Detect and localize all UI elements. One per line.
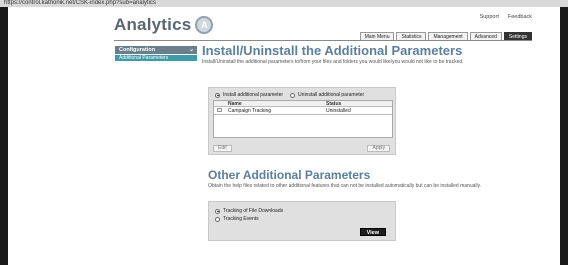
chevron-down-icon: ⌄ — [188, 47, 194, 53]
install-panel: Install additional parameter Uninstall a… — [208, 87, 396, 155]
section-install-title: Install/Uninstall the Additional Paramet… — [202, 43, 463, 58]
option-file-downloads[interactable]: Tracking of File Downloads — [215, 208, 283, 214]
address-bar[interactable]: https://control.kathonik.net/CSK-index.p… — [0, 0, 568, 7]
tab-advanced[interactable]: Advanced — [469, 32, 502, 40]
edit-button[interactable]: Edit — [213, 145, 232, 152]
file-downloads-radio[interactable] — [215, 208, 220, 214]
tab-settings[interactable]: Settings — [503, 32, 532, 40]
sidebar-header-label: Configuration — [119, 47, 156, 53]
section-other-description: Obtain the help files related to other a… — [208, 183, 482, 189]
sidebar-item-additional-parameters[interactable]: Additional Parameters — [115, 55, 197, 61]
install-radio-label: Install additional parameter — [223, 92, 284, 98]
brand-badge-icon: A — [195, 16, 214, 34]
main-tabs: Main Menu Statistics Management Advanced… — [359, 32, 532, 40]
row-select-checkbox[interactable] — [217, 108, 222, 112]
other-parameters-panel: Tracking of File Downloads Tracking Even… — [208, 201, 396, 241]
uninstall-radio[interactable] — [290, 92, 296, 98]
row-name: Campaign Tracking — [228, 108, 272, 114]
sidebar-header-configuration[interactable]: Configuration ⌄ — [115, 46, 197, 54]
tab-statistics[interactable]: Statistics — [396, 32, 427, 40]
tab-main-menu[interactable]: Main Menu — [359, 32, 395, 40]
uninstall-radio-label: Uninstall additional parameter — [298, 92, 365, 98]
top-links: Support Feedback — [480, 14, 532, 20]
option-tracking-events[interactable]: Tracking Events — [215, 216, 259, 222]
view-button[interactable]: View — [359, 228, 386, 236]
install-radio-group: Install additional parameter Uninstall a… — [215, 92, 364, 98]
install-radio[interactable] — [215, 92, 220, 98]
apply-button[interactable]: Apply — [367, 145, 390, 152]
tracking-events-radio[interactable] — [215, 216, 220, 222]
row-status: Uninstalled — [326, 108, 351, 114]
header-divider — [114, 40, 532, 41]
support-link[interactable]: Support — [480, 14, 499, 20]
main-content: Install/Uninstall the Additional Paramet… — [202, 43, 532, 241]
file-downloads-label: Tracking of File Downloads — [223, 208, 284, 214]
brand-logo[interactable]: Analytics A — [114, 12, 214, 38]
parameters-table: Name Status Campaign Tracking Uninstalle… — [213, 100, 393, 138]
sidebar: Configuration ⌄ Additional Parameters — [115, 46, 197, 61]
section-install-description: Install/Uninstall the additional paramet… — [202, 59, 464, 65]
app-page: Analytics A Support Feedback Main Menu S… — [8, 7, 560, 265]
table-row[interactable]: Campaign Tracking Uninstalled — [214, 107, 392, 115]
tab-management[interactable]: Management — [428, 32, 468, 40]
brand-name: Analytics — [114, 15, 192, 34]
tracking-events-label: Tracking Events — [223, 216, 259, 222]
browser-viewport: Analytics A Support Feedback Main Menu S… — [0, 7, 568, 265]
section-other-title: Other Additional Parameters — [208, 168, 371, 182]
feedback-link[interactable]: Feedback — [508, 14, 532, 20]
